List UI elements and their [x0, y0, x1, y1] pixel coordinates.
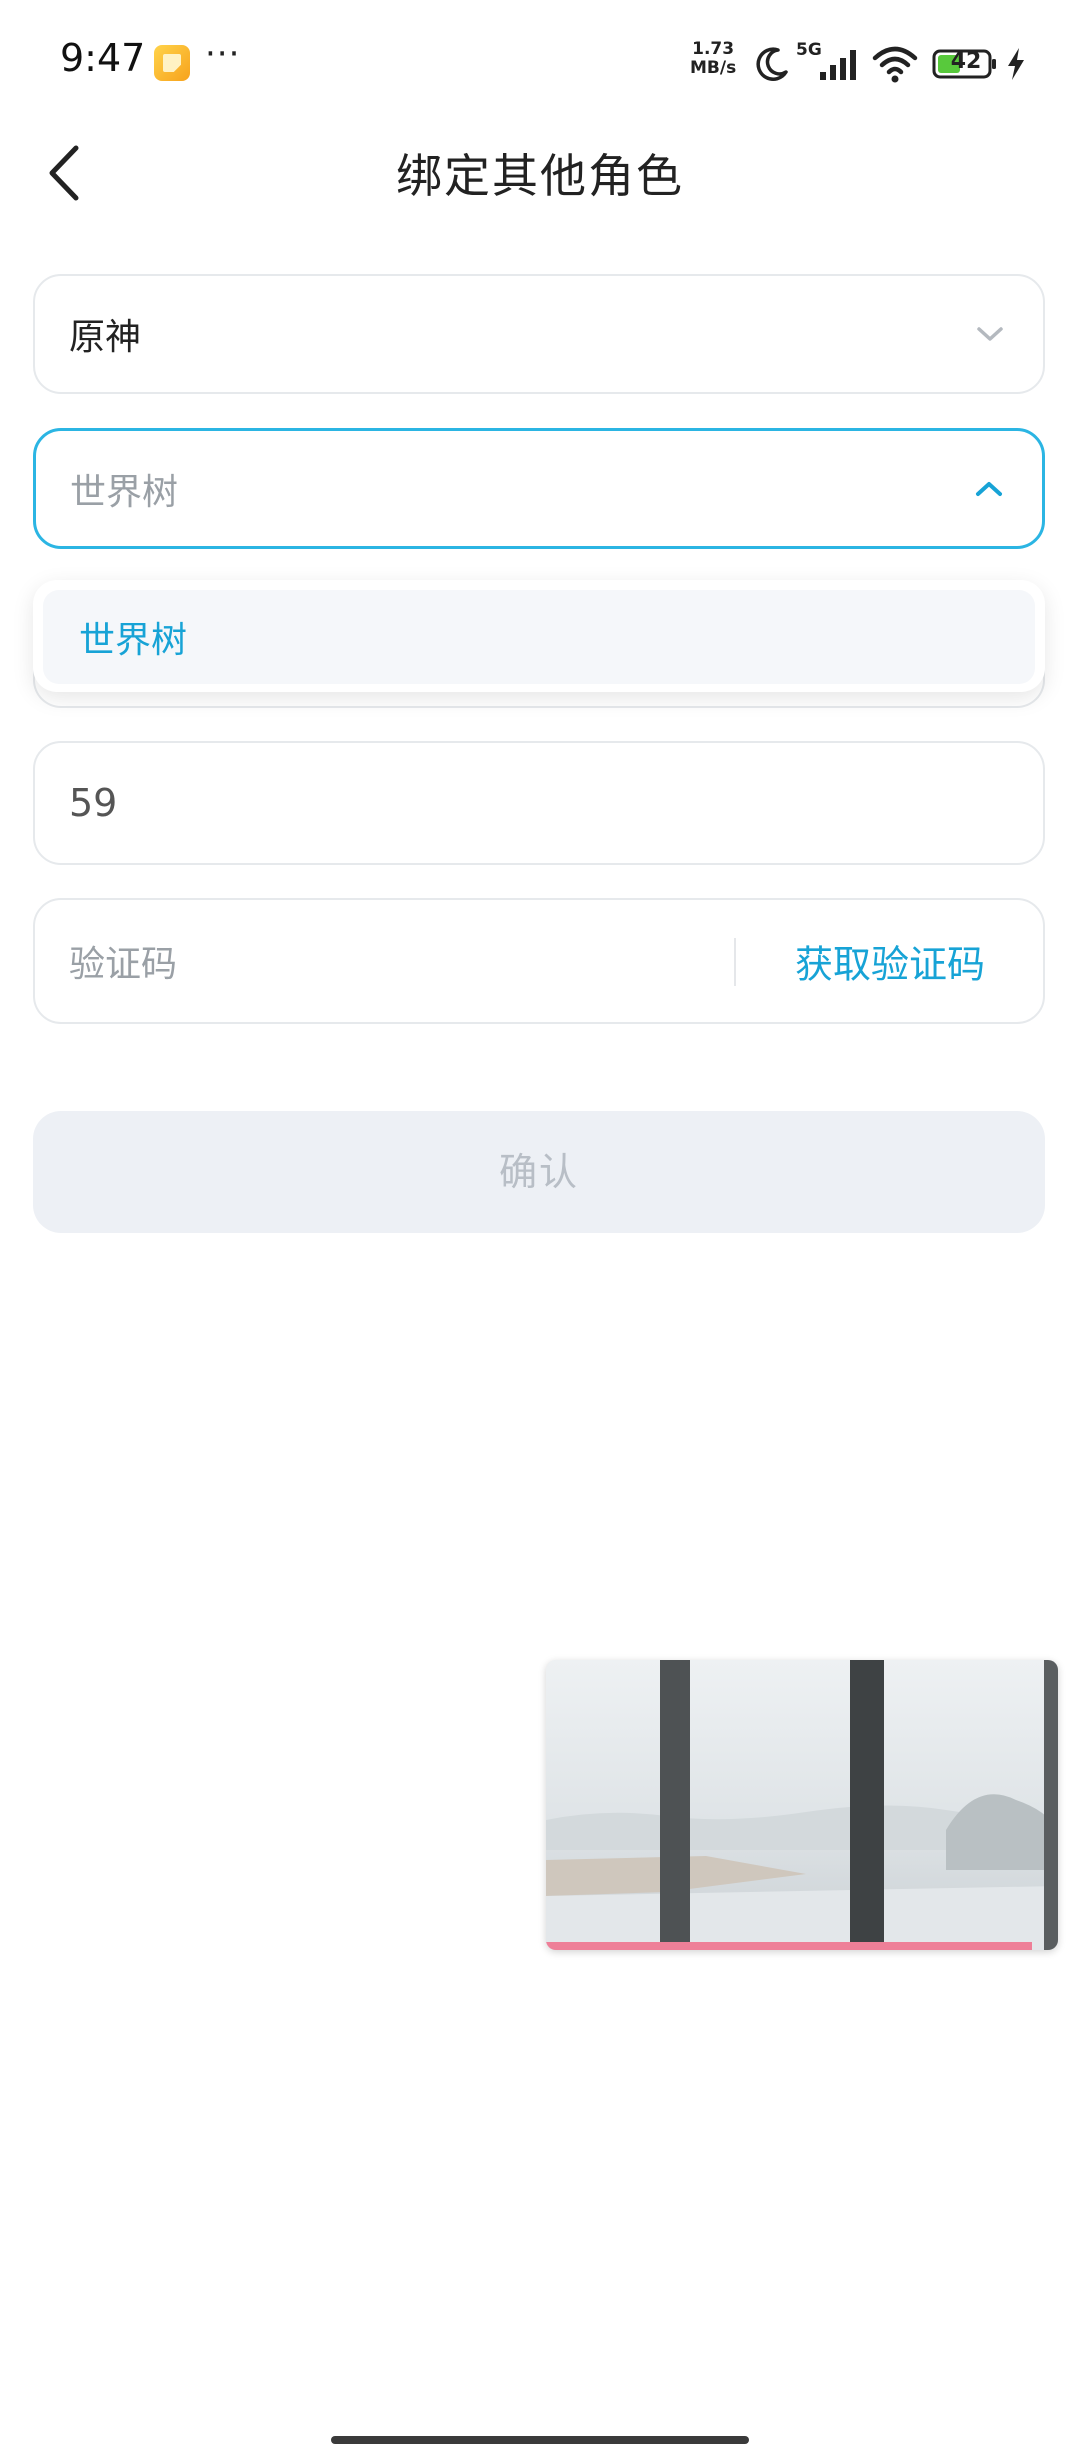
chevron-down-icon	[977, 327, 1003, 341]
divider	[734, 938, 736, 986]
network-speed-unit: MB/s	[690, 58, 737, 78]
battery-level: 42	[950, 49, 982, 74]
server-select-placeholder: 世界树	[70, 471, 179, 513]
get-code-button[interactable]: 获取验证码	[795, 934, 985, 989]
notification-app-icon	[154, 45, 190, 81]
moon-icon	[756, 47, 788, 81]
chevron-up-icon	[976, 481, 1002, 496]
charging-icon	[1008, 48, 1024, 80]
server-option-label: 世界树	[79, 620, 188, 661]
status-time: 9:47	[60, 36, 146, 80]
confirm-button[interactable]: 确认	[33, 1111, 1045, 1233]
status-bar: 9:47 ··· 1.73 MB/s 5G 42	[0, 0, 1080, 130]
page-title: 绑定其他角色	[396, 149, 684, 203]
game-select-value: 原神	[69, 317, 142, 358]
server-select[interactable]: 世界树	[33, 428, 1045, 549]
network-speed: 1.73 MB/s	[690, 40, 736, 78]
server-option[interactable]: 世界树	[43, 590, 1035, 684]
video-frame-image	[546, 1660, 1058, 1950]
network-speed-value: 1.73	[692, 39, 735, 59]
verification-code-input[interactable]: 验证码 获取验证码	[33, 898, 1045, 1024]
server-dropdown-menu: 世界树	[33, 580, 1045, 692]
uid-input[interactable]: 59	[33, 741, 1045, 865]
game-select[interactable]: 原神	[33, 274, 1045, 394]
verification-code-placeholder: 验证码	[69, 944, 178, 985]
floating-video-window[interactable]	[546, 1660, 1058, 1950]
more-notifications-icon: ···	[205, 34, 241, 74]
video-progress-bar	[546, 1942, 1033, 1950]
uid-input-value: 59	[69, 781, 118, 825]
wifi-icon	[872, 46, 918, 83]
signal-icon	[820, 50, 856, 80]
home-indicator[interactable]	[331, 2436, 749, 2444]
